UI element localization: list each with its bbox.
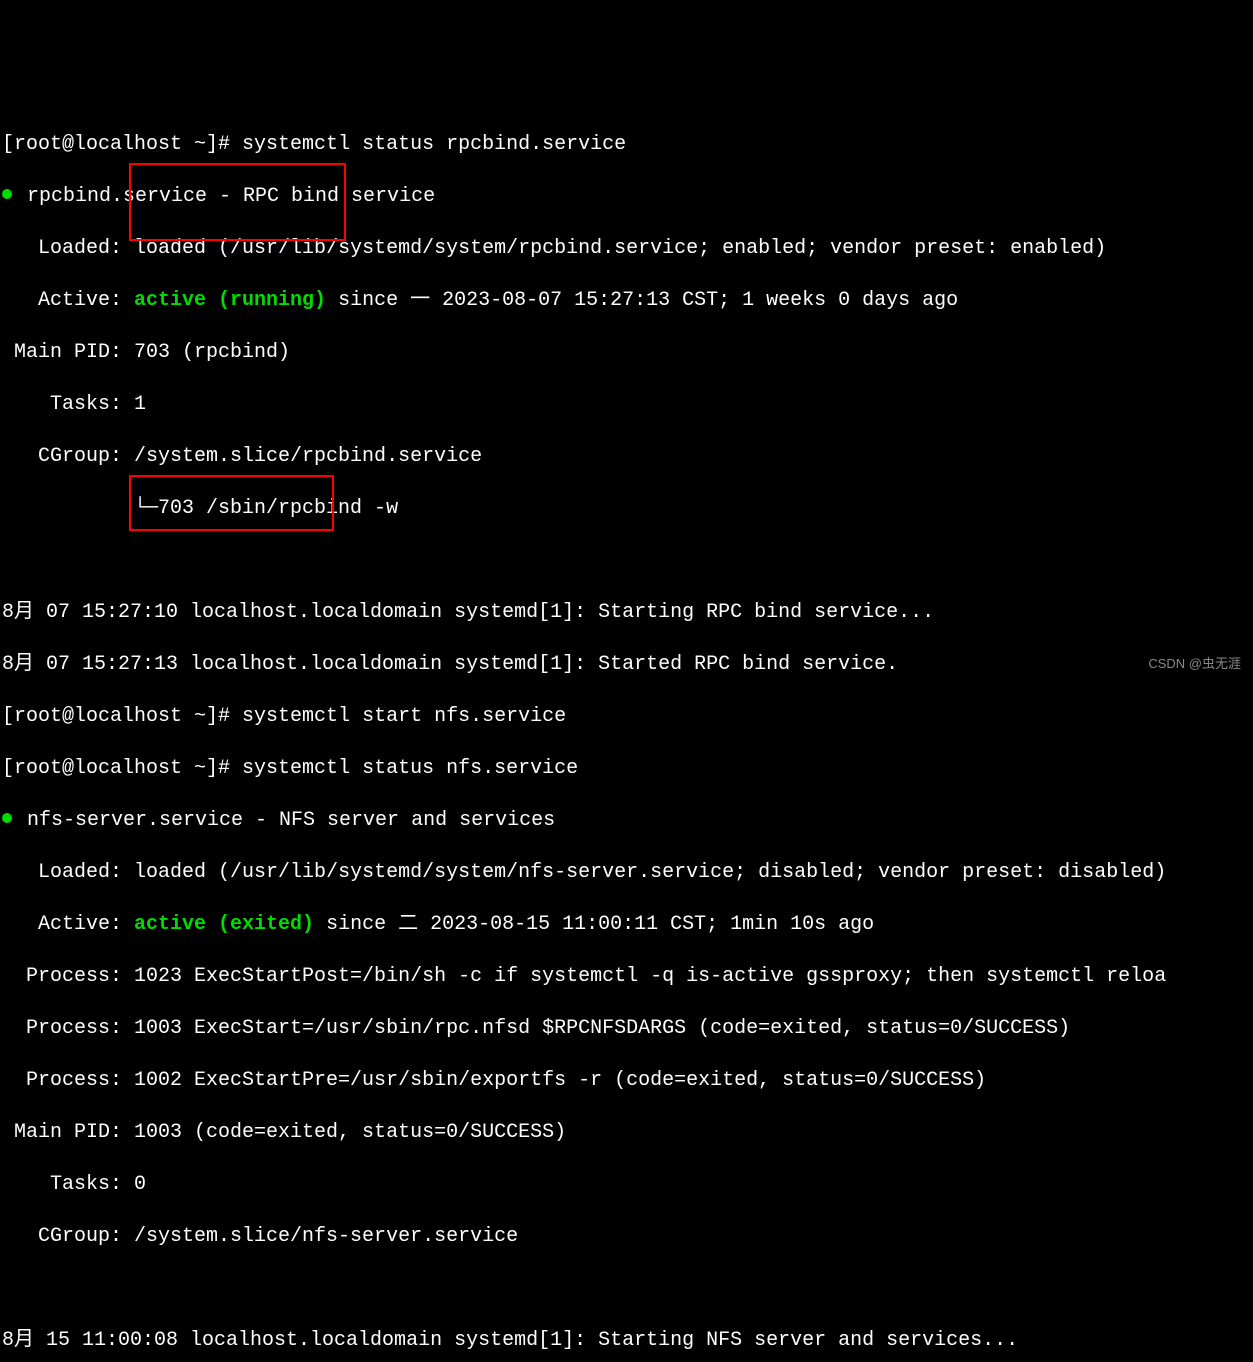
active-line: Active: active (exited) since 二 2023-08-… — [2, 912, 1251, 938]
process-line: Process: 1023 ExecStartPost=/bin/sh -c i… — [2, 964, 1251, 990]
terminal-output[interactable]: [root@localhost ~]# systemctl status rpc… — [2, 106, 1251, 1362]
status-dot-icon — [2, 189, 12, 199]
service-header: nfs-server.service - NFS server and serv… — [2, 808, 1251, 834]
loaded-line: Loaded: loaded (/usr/lib/systemd/system/… — [2, 860, 1251, 886]
status-dot-icon — [2, 813, 12, 823]
cgroup-child-line: └─703 /sbin/rpcbind -w — [2, 496, 1251, 522]
command-line-3: [root@localhost ~]# systemctl status nfs… — [2, 756, 1251, 782]
cgroup-line: CGroup: /system.slice/rpcbind.service — [2, 444, 1251, 470]
active-status: active (exited) — [134, 913, 314, 936]
prompt: [root@localhost ~]# — [2, 705, 242, 728]
blank-line — [2, 1276, 1251, 1302]
mainpid-line: Main PID: 1003 (code=exited, status=0/SU… — [2, 1120, 1251, 1146]
prompt: [root@localhost ~]# — [2, 757, 242, 780]
command-line-2: [root@localhost ~]# systemctl start nfs.… — [2, 704, 1251, 730]
process-line: Process: 1002 ExecStartPre=/usr/sbin/exp… — [2, 1068, 1251, 1094]
active-status: active (running) — [134, 289, 326, 312]
watermark-text: CSDN @虫无涯 — [1148, 656, 1241, 673]
log-line: 8月 15 11:00:08 localhost.localdomain sys… — [2, 1328, 1251, 1354]
blank-line — [2, 548, 1251, 574]
command-line-1: [root@localhost ~]# systemctl status rpc… — [2, 132, 1251, 158]
command-text: systemctl start nfs.service — [242, 705, 566, 728]
service-header: rpcbind.service - RPC bind service — [2, 184, 1251, 210]
command-text: systemctl status rpcbind.service — [242, 133, 626, 156]
mainpid-line: Main PID: 703 (rpcbind) — [2, 340, 1251, 366]
log-line: 8月 07 15:27:10 localhost.localdomain sys… — [2, 600, 1251, 626]
prompt: [root@localhost ~]# — [2, 133, 242, 156]
command-text: systemctl status nfs.service — [242, 757, 578, 780]
cgroup-line: CGroup: /system.slice/nfs-server.service — [2, 1224, 1251, 1250]
process-line: Process: 1003 ExecStart=/usr/sbin/rpc.nf… — [2, 1016, 1251, 1042]
log-line: 8月 07 15:27:13 localhost.localdomain sys… — [2, 652, 1251, 678]
tasks-line: Tasks: 0 — [2, 1172, 1251, 1198]
tasks-line: Tasks: 1 — [2, 392, 1251, 418]
loaded-line: Loaded: loaded (/usr/lib/systemd/system/… — [2, 236, 1251, 262]
active-line: Active: active (running) since 一 2023-08… — [2, 288, 1251, 314]
